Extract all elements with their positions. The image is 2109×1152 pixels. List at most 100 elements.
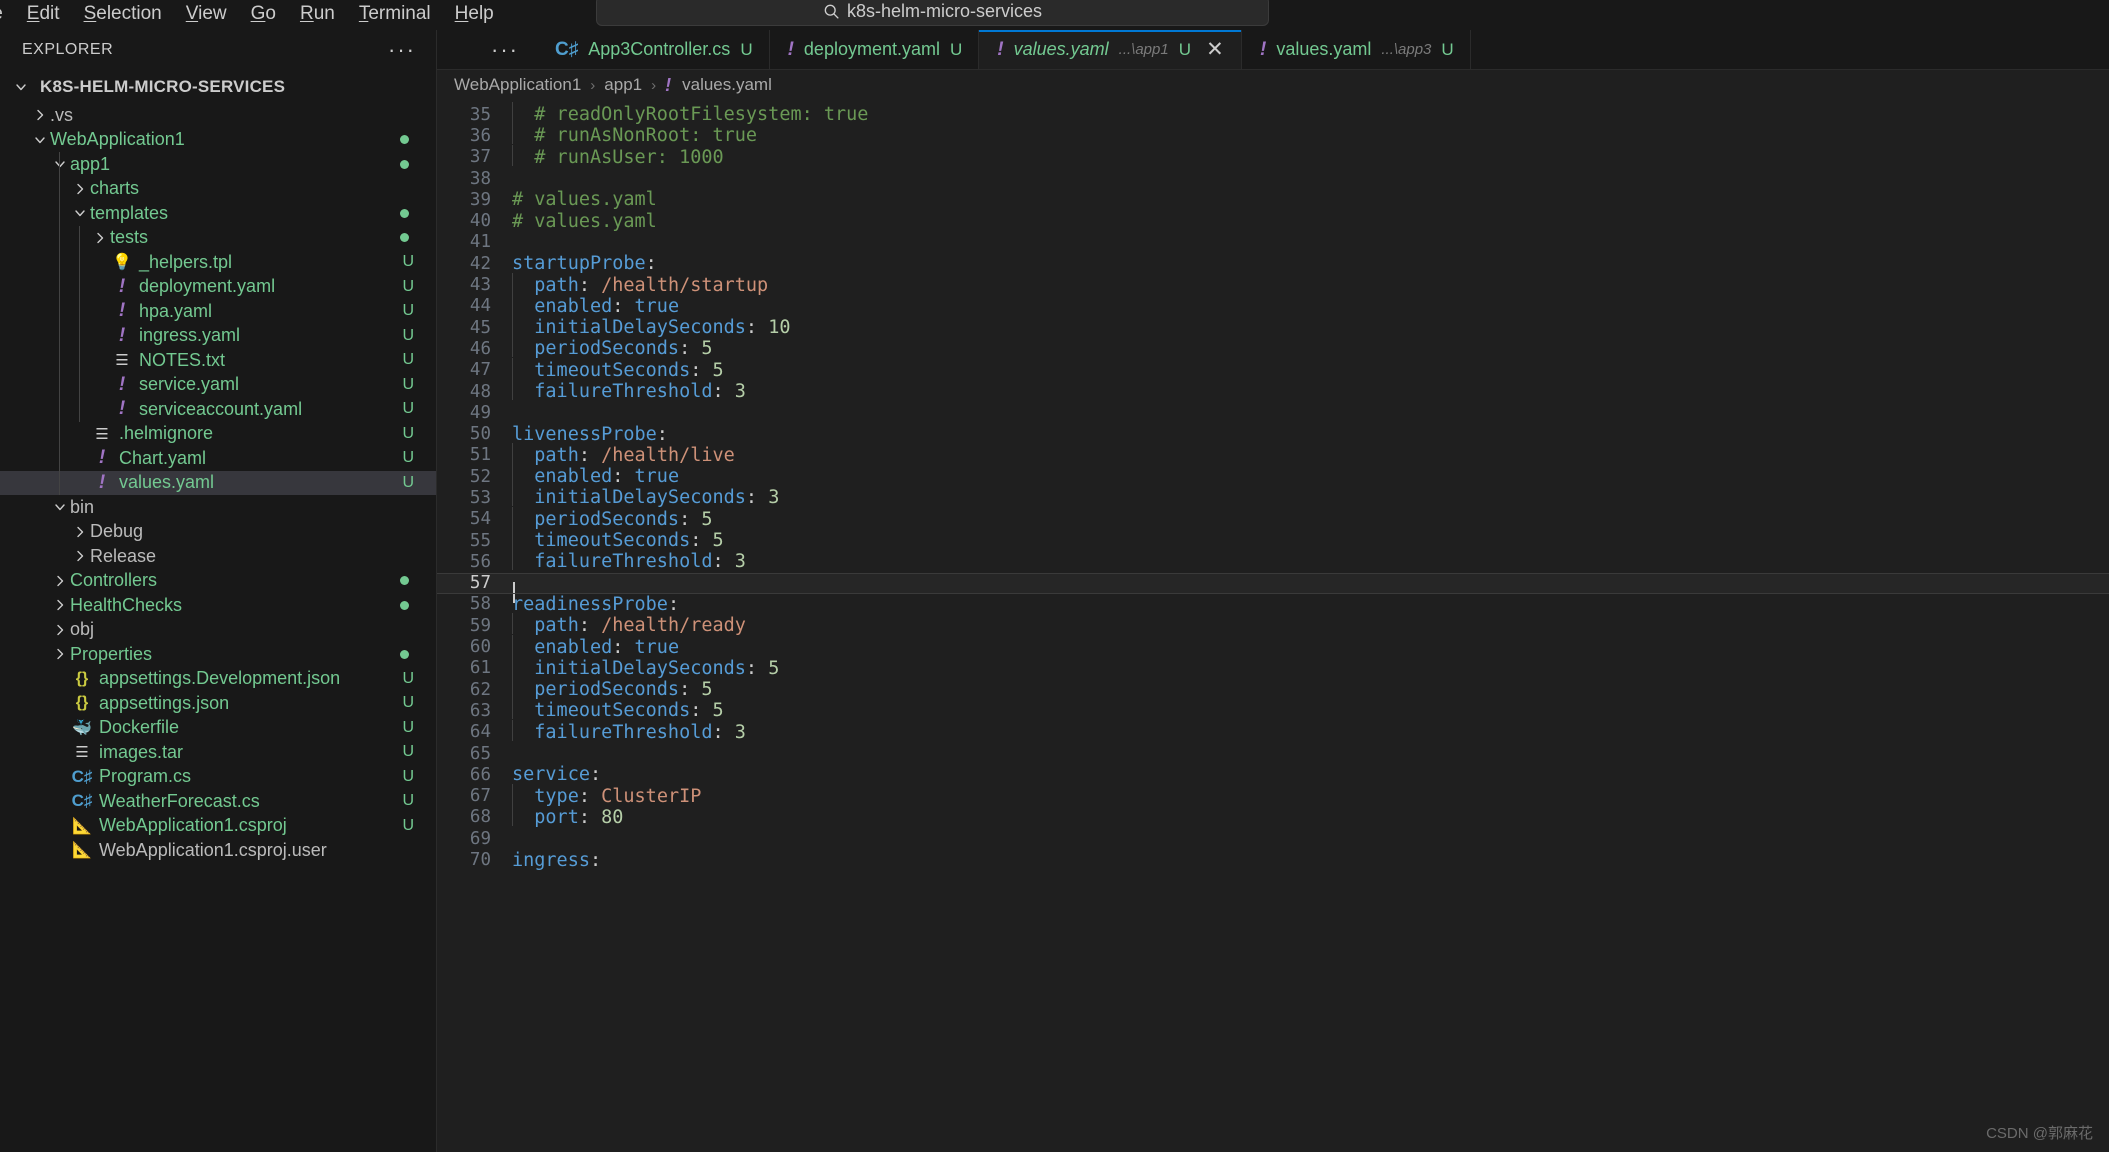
code-token: : <box>745 657 769 679</box>
tree-file-program-cs[interactable]: C♯ Program.cs U <box>0 765 436 790</box>
close-icon[interactable]: ✕ <box>1205 39 1225 60</box>
breadcrumb-item[interactable]: WebApplication1 <box>454 75 581 95</box>
tree-file-images-tar[interactable]: ☰ images.tar U <box>0 740 436 765</box>
tree-file-dockerfile[interactable]: 🐳 Dockerfile U <box>0 716 436 741</box>
chevron-right-icon[interactable] <box>70 545 90 567</box>
tree-item-label: WebApplication1 <box>50 129 185 150</box>
code-line-text: readinessProbe: <box>512 594 2109 615</box>
tree-folder-charts[interactable]: charts <box>0 177 436 202</box>
tree-folder-vs[interactable]: .vs <box>0 103 436 128</box>
code-indent-guide <box>512 315 513 337</box>
tree-file-appsettings-json[interactable]: {} appsettings.json U <box>0 691 436 716</box>
code-token: 5 <box>768 657 780 679</box>
tree-file-hpa-yaml[interactable]: ! hpa.yaml U <box>0 299 436 324</box>
tree-file-weatherforecast-cs[interactable]: C♯ WeatherForecast.cs U <box>0 789 436 814</box>
menu-item-help[interactable]: Help <box>443 4 506 30</box>
chevron-right-icon[interactable] <box>50 643 70 665</box>
menu-item-terminal[interactable]: Terminal <box>347 4 443 30</box>
line-number: 70 <box>469 850 491 871</box>
chevron-down-icon[interactable] <box>30 129 50 151</box>
tree-folder-controllers[interactable]: Controllers <box>0 569 436 594</box>
code-line-text: # runAsUser: 1000 <box>512 144 2109 168</box>
chevron-down-icon[interactable] <box>70 202 90 224</box>
tree-item-label: Dockerfile <box>99 717 180 738</box>
tree-item-label: app1 <box>70 153 111 174</box>
code-line: 47 timeoutSeconds: 5 <box>437 357 2109 381</box>
tree-folder-app1[interactable]: app1 <box>0 152 436 177</box>
tree-item-label: .helmignore <box>119 423 214 444</box>
file-type-icon: C♯ <box>70 766 94 788</box>
editor-tab-values-yaml[interactable]: ! values.yaml ...\app1 U ✕ <box>979 30 1242 69</box>
editor-tab-values-yaml[interactable]: ! values.yaml ...\app3 U <box>1241 30 1471 69</box>
tree-folder-release[interactable]: Release <box>0 544 436 569</box>
code-token: /health/startup <box>601 274 769 296</box>
tree-folder-templates[interactable]: templates <box>0 201 436 226</box>
breadcrumb-item[interactable]: app1 <box>604 75 642 95</box>
chevron-down-icon[interactable] <box>50 496 70 518</box>
code-line-text: timeoutSeconds: 5 <box>512 528 2109 551</box>
code-token: : <box>712 721 735 743</box>
chevron-right-icon[interactable] <box>70 521 90 543</box>
menu-item-run[interactable]: Run <box>288 4 347 30</box>
tree-item-label: NOTES.txt <box>139 349 226 370</box>
code-line: 36 # runAsNonRoot: true <box>437 123 2109 146</box>
chevron-right-icon[interactable] <box>70 178 90 200</box>
code-line-text: periodSeconds: 5 <box>512 677 2109 701</box>
explorer-more-actions-icon[interactable]: ··· <box>388 39 416 61</box>
workspace-root-row[interactable]: K8S-HELM-MICRO-SERVICES <box>0 70 436 103</box>
explorer-sidebar: EXPLORER ··· K8S-HELM-MICRO-SERVICES .vs… <box>0 30 437 1152</box>
code-line-text: failureThreshold: 3 <box>512 379 2109 402</box>
tree-item-label: service.yaml <box>139 374 240 395</box>
code-token: ingress <box>512 849 590 871</box>
code-token: : <box>690 359 713 381</box>
tree-file-helmignore[interactable]: ☰ .helmignore U <box>0 422 436 447</box>
tree-item-label: images.tar <box>99 741 184 762</box>
chevron-right-icon[interactable] <box>90 227 110 249</box>
tree-folder-healthchecks[interactable]: HealthChecks <box>0 593 436 618</box>
tree-file-helpers-tpl[interactable]: 💡 _helpers.tpl U <box>0 250 436 275</box>
tree-file-appsettings-development-json[interactable]: {} appsettings.Development.json U <box>0 667 436 692</box>
tree-file-webapplication1-csproj-user[interactable]: 📐 WebApplication1.csproj.user <box>0 838 436 863</box>
tree-item-label: charts <box>90 178 140 199</box>
tree-file-notes-txt[interactable]: ☰ NOTES.txt U <box>0 348 436 373</box>
editor-tab-deployment-yaml[interactable]: ! deployment.yaml U <box>769 30 980 69</box>
chevron-down-icon[interactable] <box>50 153 70 175</box>
code-line: 59 path: /health/ready <box>437 613 2109 636</box>
tree-file-webapplication1-csproj[interactable]: 📐 WebApplication1.csproj U <box>0 814 436 839</box>
tree-folder-debug[interactable]: Debug <box>0 520 436 545</box>
chevron-right-icon[interactable] <box>50 619 70 641</box>
tree-file-values-yaml[interactable]: ! values.yaml U <box>0 470 436 495</box>
tree-folder-properties[interactable]: Properties <box>0 642 436 667</box>
tree-folder-bin[interactable]: bin <box>0 495 436 520</box>
menu-item-selection[interactable]: Selection <box>72 4 174 30</box>
chevron-right-icon[interactable] <box>50 570 70 592</box>
tree-file-ingress-yaml[interactable]: ! ingress.yaml U <box>0 324 436 349</box>
tree-folder-webapplication1[interactable]: WebApplication1 <box>0 128 436 153</box>
tree-file-chart-yaml[interactable]: ! Chart.yaml U <box>0 446 436 471</box>
breadcrumb-file[interactable]: values.yaml <box>682 75 772 95</box>
command-center-search[interactable]: k8s-helm-micro-services <box>596 0 1269 26</box>
git-status-badge: U <box>402 767 414 785</box>
code-token: : <box>679 679 702 701</box>
code-token: timeoutSeconds <box>534 700 691 722</box>
tree-file-deployment-yaml[interactable]: ! deployment.yaml U <box>0 275 436 300</box>
code-editor[interactable]: 35 # readOnlyRootFilesystem: true 36 # ru… <box>437 100 2109 1152</box>
chevron-right-icon[interactable] <box>50 594 70 616</box>
tree-item-label: Debug <box>90 521 144 542</box>
menu-item-file[interactable]: le <box>0 4 15 30</box>
tab-overflow-icon[interactable]: ··· <box>437 30 537 69</box>
tree-folder-obj[interactable]: obj <box>0 618 436 643</box>
code-indent-guide <box>512 123 513 145</box>
chevron-right-icon[interactable] <box>30 104 50 126</box>
menu-item-edit[interactable]: Edit <box>15 4 72 30</box>
tree-folder-tests[interactable]: tests <box>0 226 436 251</box>
menu-item-go[interactable]: Go <box>239 4 288 30</box>
code-token: # runAsUser: 1000 <box>534 146 724 168</box>
menu-item-view[interactable]: View <box>174 4 239 30</box>
tree-file-service-yaml[interactable]: ! service.yaml U <box>0 373 436 398</box>
tree-file-serviceaccount-yaml[interactable]: ! serviceaccount.yaml U <box>0 397 436 422</box>
line-number: 60 <box>469 637 491 658</box>
editor-tab-app3controller-cs[interactable]: C♯ App3Controller.cs U <box>537 30 770 69</box>
